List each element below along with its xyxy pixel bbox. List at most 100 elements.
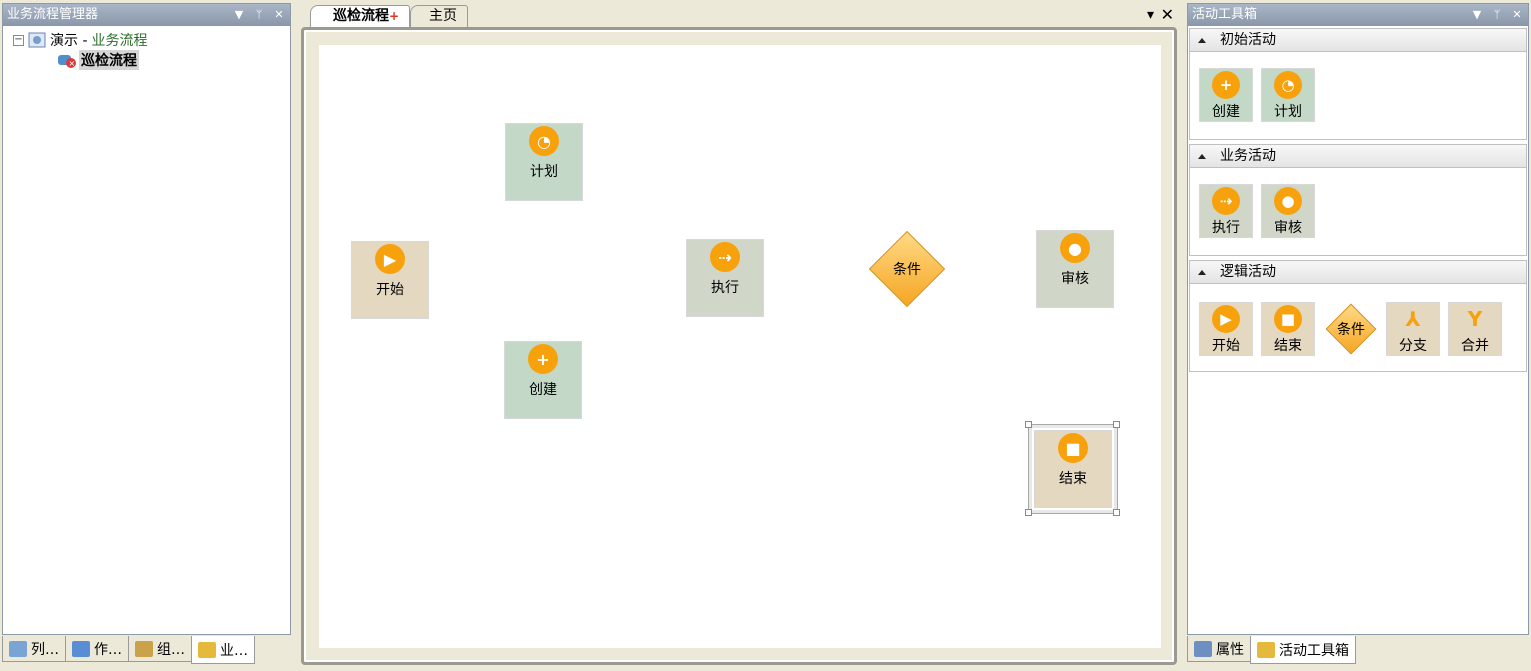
tab-label: 组…: [157, 641, 185, 658]
user-icon: ●: [1274, 187, 1302, 215]
node-label: 开始: [376, 282, 404, 298]
tab-activity-toolbox[interactable]: 活动工具箱: [1250, 636, 1356, 664]
tool-label: 分支: [1399, 338, 1427, 354]
group-business-activities[interactable]: 业务活动: [1189, 144, 1527, 168]
node-plan[interactable]: ◔ 计划: [505, 123, 583, 201]
tab-label: 主页: [429, 8, 457, 24]
node-label: 创建: [529, 382, 557, 398]
tab-label: 业…: [220, 642, 248, 659]
modified-mark: +: [389, 9, 400, 23]
tool-condition[interactable]: 条件: [1324, 302, 1378, 356]
tree-root[interactable]: − 演示 - 业务流程: [13, 30, 148, 50]
play-icon: ▶: [375, 244, 405, 274]
node-label: 结束: [1059, 471, 1087, 487]
clock-icon: ◔: [1274, 71, 1302, 99]
tab-label: 属性: [1216, 641, 1244, 658]
tool-start[interactable]: ▶ 开始: [1199, 302, 1253, 356]
plus-icon: +: [528, 344, 558, 374]
edit-icon: [72, 640, 90, 657]
svg-text:×: ×: [69, 59, 76, 68]
resize-handle[interactable]: [1113, 421, 1120, 428]
arrow-right-icon: ⇢: [1212, 187, 1240, 215]
tree-root-prefix: 演示 -: [50, 33, 88, 49]
tree-item-label: 巡检流程: [79, 50, 139, 70]
tool-branch[interactable]: ⅄ 分支: [1386, 302, 1440, 356]
node-condition[interactable]: 条件: [868, 230, 946, 308]
document-tabs: 巡检流程+ 主页 ▾ ✕: [300, 3, 1180, 27]
panel-title-bar: 业务流程管理器 ▼ ᛘ ✕: [3, 4, 290, 26]
dropdown-icon[interactable]: ▼: [1470, 8, 1484, 22]
merge-icon: Y: [1467, 307, 1483, 331]
tool-label: 结束: [1274, 338, 1302, 354]
pin-icon[interactable]: ᛘ: [1490, 8, 1504, 22]
tab-inspection-process[interactable]: 巡检流程+: [310, 5, 411, 27]
tool-merge[interactable]: Y 合并: [1448, 302, 1502, 356]
business-process-manager-panel: 业务流程管理器 ▼ ᛘ ✕ − 演示 - 业务流程 × 巡检流程: [2, 3, 291, 635]
dropdown-icon[interactable]: ▼: [232, 8, 246, 22]
panel-title-bar: 活动工具箱 ▼ ᛘ ✕: [1188, 4, 1528, 26]
tool-execute[interactable]: ⇢ 执行: [1199, 184, 1253, 238]
tool-label: 条件: [1337, 322, 1365, 338]
tool-end[interactable]: ■ 结束: [1261, 302, 1315, 356]
collapse-caret-icon[interactable]: [1198, 270, 1206, 275]
package-icon: [135, 640, 153, 657]
plus-icon: +: [1212, 71, 1240, 99]
tab-list-dropdown-icon[interactable]: ▾: [1147, 7, 1154, 23]
group-logic-activities[interactable]: 逻辑活动: [1189, 260, 1527, 284]
right-bottom-tabs: 属性 活动工具箱: [1187, 636, 1356, 664]
tool-label: 计划: [1274, 104, 1302, 120]
workflow-canvas[interactable]: ◔ 计划 ▶ 开始 ⇢ 执行 条件 ● 审核 + 创建 ■ 结束: [319, 45, 1161, 648]
tab-label: 列…: [31, 641, 59, 658]
toolbox-icon: [1257, 641, 1275, 658]
group-title: 初始活动: [1220, 32, 1276, 48]
group-title: 业务活动: [1220, 148, 1276, 164]
workflow-error-icon: ×: [57, 52, 76, 68]
node-label: 计划: [530, 164, 558, 180]
close-document-icon[interactable]: ✕: [1161, 5, 1174, 24]
resize-handle[interactable]: [1025, 509, 1032, 516]
clock-icon: ◔: [529, 126, 559, 156]
close-icon[interactable]: ✕: [1510, 8, 1524, 22]
tool-label: 执行: [1212, 220, 1240, 236]
node-review[interactable]: ● 审核: [1036, 230, 1114, 308]
tool-label: 审核: [1274, 220, 1302, 236]
resize-handle[interactable]: [1025, 421, 1032, 428]
collapse-caret-icon[interactable]: [1198, 154, 1206, 159]
map-icon: [198, 641, 216, 658]
tab-group[interactable]: 组…: [128, 636, 192, 662]
panel-title: 业务流程管理器: [7, 7, 99, 22]
tab-home[interactable]: 主页: [410, 5, 468, 27]
tab-label: 作…: [94, 641, 122, 658]
group-body: + 创建 ◔ 计划: [1189, 52, 1527, 140]
node-create[interactable]: + 创建: [504, 341, 582, 419]
resize-handle[interactable]: [1113, 509, 1120, 516]
tab-properties[interactable]: 属性: [1187, 636, 1251, 662]
tab-label: 巡检流程: [333, 8, 389, 24]
tab-label: 活动工具箱: [1279, 642, 1349, 659]
collapse-icon[interactable]: −: [13, 34, 24, 46]
tab-list[interactable]: 列…: [2, 636, 66, 662]
tool-label: 创建: [1212, 104, 1240, 120]
pin-icon[interactable]: ᛘ: [252, 8, 266, 22]
group-title: 逻辑活动: [1220, 264, 1276, 280]
node-end[interactable]: ■ 结束: [1034, 430, 1112, 508]
tab-business[interactable]: 业…: [191, 636, 255, 664]
tree-item-inspection-process[interactable]: × 巡检流程: [57, 50, 139, 70]
collapse-caret-icon[interactable]: [1198, 38, 1206, 43]
list-icon: [9, 640, 27, 657]
group-body: ▶ 开始 ■ 结束 条件 ⅄ 分支 Y 合并: [1189, 284, 1527, 372]
node-execute[interactable]: ⇢ 执行: [686, 239, 764, 317]
project-icon: [28, 32, 46, 48]
tool-label: 开始: [1212, 338, 1240, 354]
stop-icon: ■: [1058, 433, 1088, 463]
group-initial-activities[interactable]: 初始活动: [1189, 28, 1527, 52]
tool-review[interactable]: ● 审核: [1261, 184, 1315, 238]
tool-plan[interactable]: ◔ 计划: [1261, 68, 1315, 122]
tab-job[interactable]: 作…: [65, 636, 129, 662]
tree-root-label: 业务流程: [91, 33, 148, 49]
stop-icon: ■: [1274, 305, 1302, 333]
close-icon[interactable]: ✕: [272, 8, 286, 22]
tool-create[interactable]: + 创建: [1199, 68, 1253, 122]
tool-label: 合并: [1461, 338, 1489, 354]
node-start[interactable]: ▶ 开始: [351, 241, 429, 319]
